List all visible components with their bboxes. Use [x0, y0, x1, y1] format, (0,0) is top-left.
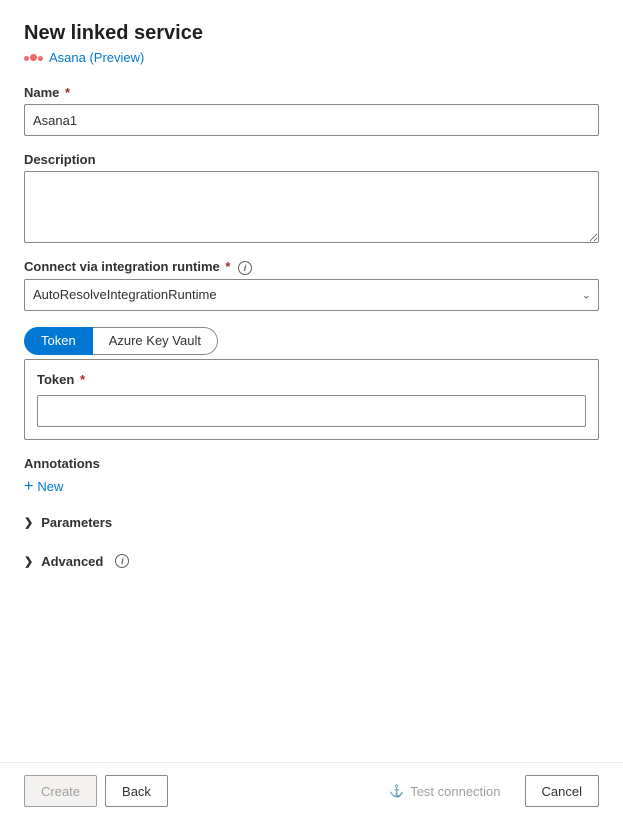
- asana-icon: [24, 54, 43, 61]
- add-annotation-button[interactable]: + New: [24, 479, 599, 495]
- advanced-chevron-icon: ❯: [24, 555, 33, 568]
- parameters-label: Parameters: [41, 515, 112, 530]
- name-label: Name *: [24, 85, 599, 100]
- advanced-section: ❯ Advanced i: [24, 550, 599, 573]
- description-input[interactable]: [24, 171, 599, 243]
- token-section: Token *: [24, 359, 599, 440]
- token-label: Token *: [37, 372, 586, 387]
- footer-left: Create Back: [24, 775, 168, 807]
- annotations-label: Annotations: [24, 456, 599, 471]
- advanced-toggle[interactable]: ❯ Advanced i: [24, 550, 599, 573]
- token-tab[interactable]: Token: [24, 327, 93, 355]
- info-icon[interactable]: i: [238, 261, 252, 275]
- integration-runtime-group: Connect via integration runtime * i Auto…: [24, 259, 599, 311]
- name-input[interactable]: [24, 104, 599, 136]
- parameters-section: ❯ Parameters: [24, 511, 599, 534]
- test-connection-button[interactable]: ⚓ Test connection: [373, 775, 516, 807]
- advanced-info-icon[interactable]: i: [115, 554, 129, 568]
- name-field-group: Name *: [24, 85, 599, 136]
- service-subtitle: Asana (Preview): [24, 50, 599, 65]
- add-annotation-label: New: [37, 479, 63, 494]
- azure-key-vault-tab[interactable]: Azure Key Vault: [93, 327, 218, 355]
- service-subtitle-text: Asana (Preview): [49, 50, 144, 65]
- cancel-button[interactable]: Cancel: [525, 775, 599, 807]
- test-connection-label: Test connection: [410, 784, 500, 799]
- annotations-section: Annotations + New: [24, 456, 599, 495]
- parameters-chevron-icon: ❯: [24, 516, 33, 529]
- test-connection-icon: ⚓: [389, 784, 404, 798]
- token-required: *: [76, 372, 85, 387]
- description-field-group: Description: [24, 152, 599, 243]
- back-button[interactable]: Back: [105, 775, 168, 807]
- create-button[interactable]: Create: [24, 775, 97, 807]
- description-label: Description: [24, 152, 599, 167]
- parameters-toggle[interactable]: ❯ Parameters: [24, 511, 599, 534]
- integration-runtime-select-wrapper: AutoResolveIntegrationRuntime ⌄: [24, 279, 599, 311]
- plus-icon: +: [24, 479, 33, 495]
- page-title: New linked service: [24, 20, 599, 46]
- footer: Create Back ⚓ Test connection Cancel: [0, 762, 623, 819]
- advanced-label: Advanced: [41, 554, 103, 569]
- auth-toggle-group: Token Azure Key Vault Token *: [24, 327, 599, 440]
- name-required: *: [61, 85, 70, 100]
- footer-right: ⚓ Test connection Cancel: [373, 775, 599, 807]
- integration-runtime-label: Connect via integration runtime * i: [24, 259, 599, 275]
- token-input[interactable]: [37, 395, 586, 427]
- integration-runtime-select[interactable]: AutoResolveIntegrationRuntime: [24, 279, 599, 311]
- ir-required: *: [222, 259, 231, 274]
- title-section: New linked service Asana (Preview): [24, 20, 599, 65]
